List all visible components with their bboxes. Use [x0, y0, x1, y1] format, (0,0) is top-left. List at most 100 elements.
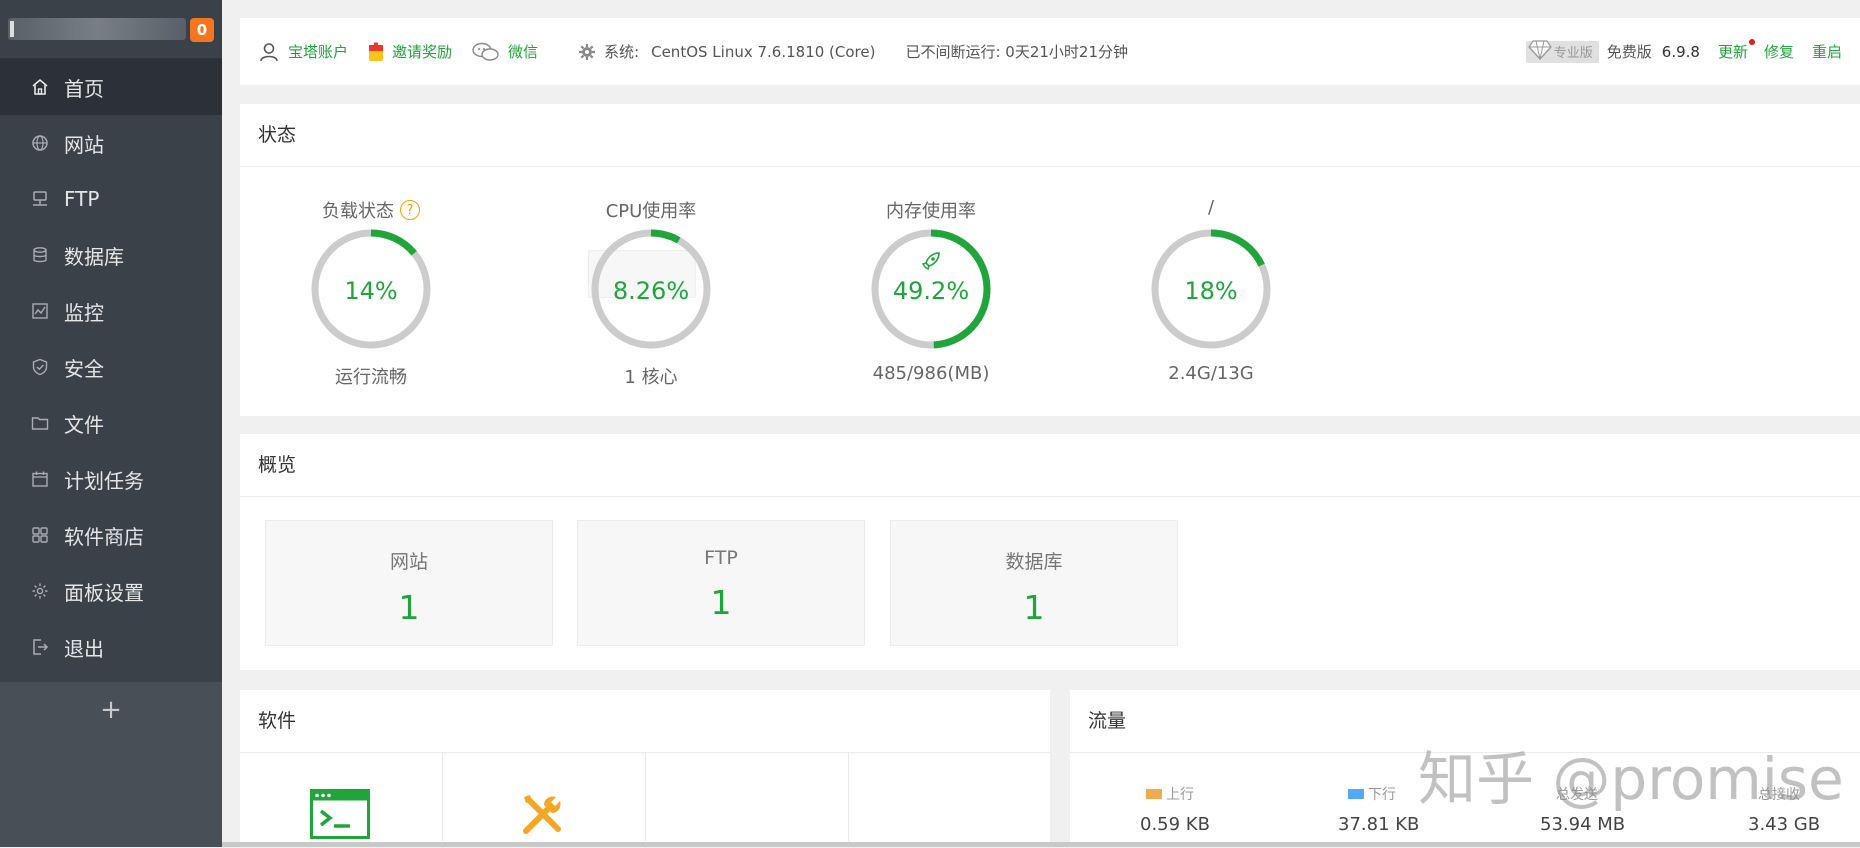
gauge-arc: [370, 229, 417, 256]
sidebar-item-app-store[interactable]: 软件商店: [0, 507, 222, 563]
repair-link[interactable]: 修复: [1764, 41, 1794, 62]
tools-icon: [518, 791, 566, 843]
sidebar-item-label: 网站: [64, 132, 104, 157]
sidebar-item-monitor[interactable]: 监控: [0, 283, 222, 339]
grid-icon: [30, 525, 50, 545]
traffic-total-recv-legend: 总接收: [1758, 784, 1800, 804]
overview-card-website[interactable]: 网站 1: [265, 520, 553, 646]
overview-panel: 概览 网站 1 FTP 1 数据库 1: [240, 434, 1860, 670]
wechat-label: 微信: [508, 43, 539, 61]
gauge-value: 18%: [1184, 277, 1238, 305]
traffic-title: 流量: [1070, 690, 1860, 753]
sidebar: 0 首页 网站 FTP 数据库 监控 安全 文件 计划任务 软件商店 面板设置 …: [0, 0, 222, 847]
calendar-icon: [30, 469, 50, 489]
overview-card-value: 1: [398, 588, 420, 627]
system-info: 系统: CentOS Linux 7.6.1810 (Core): [578, 41, 875, 62]
download-swatch: [1348, 789, 1364, 799]
sidebar-item-label: 首页: [64, 76, 104, 101]
sidebar-item-home[interactable]: 首页: [0, 59, 222, 115]
monitor-icon: [30, 301, 50, 321]
sidebar-item-logout[interactable]: 退出: [0, 619, 222, 675]
pro-edition-tag[interactable]: 专业版: [1525, 39, 1599, 63]
overview-card-value: 1: [1023, 588, 1045, 627]
software-item[interactable]: [849, 753, 1052, 848]
logout-icon: [30, 637, 50, 657]
gift-icon: [368, 42, 384, 62]
wechat-icon: [472, 42, 500, 62]
traffic-label: 总发送: [1556, 787, 1598, 803]
traffic-total-recv-value: 3.43 GB: [1748, 814, 1821, 835]
software-panel: 软件: [240, 690, 1052, 848]
message-badge[interactable]: 0: [190, 18, 214, 42]
software-item[interactable]: [443, 753, 646, 848]
sidebar-item-ftp[interactable]: FTP: [0, 171, 222, 227]
overview-card-value: 1: [710, 583, 732, 622]
gear-icon: [30, 581, 50, 601]
sidebar-lower: +: [0, 682, 222, 847]
overview-card-ftp[interactable]: FTP 1: [577, 520, 865, 646]
edition-label: 免费版: [1606, 43, 1652, 61]
traffic-download-legend: 下行: [1348, 784, 1396, 804]
status-panel: 状态 负载状态? 14% 运行流畅 CPU使用率 8.26% 1 核心 内存使用…: [240, 104, 1860, 416]
database-icon: [30, 245, 50, 265]
traffic-total-sent-value: 53.94 MB: [1540, 814, 1626, 835]
status-title: 状态: [240, 104, 1860, 167]
traffic-label: 总接收: [1758, 787, 1800, 803]
rocket-icon[interactable]: [919, 249, 943, 277]
system-value: CentOS Linux 7.6.1810 (Core): [651, 42, 876, 61]
help-icon[interactable]: ?: [400, 200, 420, 220]
gauge-title: 内存使用率: [886, 201, 976, 222]
gauge-arc: [1210, 229, 1265, 267]
add-shortcut-button[interactable]: +: [0, 682, 222, 738]
gauge-sub: 485/986(MB): [872, 363, 990, 384]
update-label: 更新: [1717, 43, 1748, 61]
sidebar-item-label: FTP: [64, 187, 100, 211]
gauge-title: 负载状态: [322, 201, 394, 222]
pro-tag-label: 专业版: [1553, 46, 1593, 61]
account-label: 宝塔账户: [288, 43, 349, 61]
overview-title: 概览: [240, 434, 1860, 497]
update-link[interactable]: 更新: [1717, 39, 1755, 62]
overview-card-database[interactable]: 数据库 1: [890, 520, 1178, 646]
sidebar-item-label: 监控: [64, 300, 104, 325]
uptime-text: 已不间断运行: 0天21小时21分钟: [905, 43, 1129, 61]
traffic-upload-legend: 上行: [1146, 784, 1194, 804]
restart-link[interactable]: 重启: [1812, 41, 1842, 62]
sidebar-item-settings[interactable]: 面板设置: [0, 563, 222, 619]
sidebar-item-label: 数据库: [64, 244, 124, 269]
sidebar-item-cron[interactable]: 计划任务: [0, 451, 222, 507]
traffic-panel: 流量 上行 0.59 KB 下行 37.81 KB 总发送 53.94 MB 总…: [1070, 690, 1860, 847]
gauge-value: 8.26%: [612, 277, 690, 305]
sidebar-item-label: 软件商店: [64, 524, 144, 549]
update-dot: [1748, 39, 1755, 45]
wechat-link[interactable]: 微信: [472, 41, 538, 62]
server-ip-blurred: [8, 18, 186, 40]
software-item[interactable]: [240, 753, 443, 848]
sidebar-item-database[interactable]: 数据库: [0, 227, 222, 283]
sidebar-item-label: 计划任务: [64, 468, 144, 493]
sidebar-item-label: 退出: [64, 636, 104, 661]
home-icon: [30, 77, 50, 97]
traffic-label: 下行: [1368, 787, 1396, 803]
sidebar-header: 0: [0, 0, 222, 59]
invite-link[interactable]: 邀请奖励: [368, 41, 452, 62]
traffic-upload-value: 0.59 KB: [1140, 814, 1210, 835]
traffic-label: 上行: [1166, 787, 1194, 803]
gauge-title: /: [1207, 197, 1215, 218]
shield-icon: [30, 357, 50, 377]
sidebar-item-files[interactable]: 文件: [0, 395, 222, 451]
gauge-sub: 2.4G/13G: [1168, 363, 1254, 384]
overview-card-label: 网站: [389, 551, 428, 573]
software-item[interactable]: [646, 753, 849, 848]
sidebar-item-security[interactable]: 安全: [0, 339, 222, 395]
gauge-sub: 运行流畅: [335, 367, 407, 388]
horizontal-scrollbar[interactable]: [222, 842, 1860, 847]
traffic-total-sent-legend: 总发送: [1556, 784, 1598, 804]
user-icon: [258, 41, 280, 63]
ftp-icon: [30, 189, 50, 209]
version-number: 6.9.8: [1661, 42, 1700, 61]
terminal-icon: [310, 789, 370, 843]
sidebar-item-website[interactable]: 网站: [0, 115, 222, 171]
sidebar-item-label: 安全: [64, 356, 104, 381]
account-link[interactable]: 宝塔账户: [258, 41, 348, 63]
